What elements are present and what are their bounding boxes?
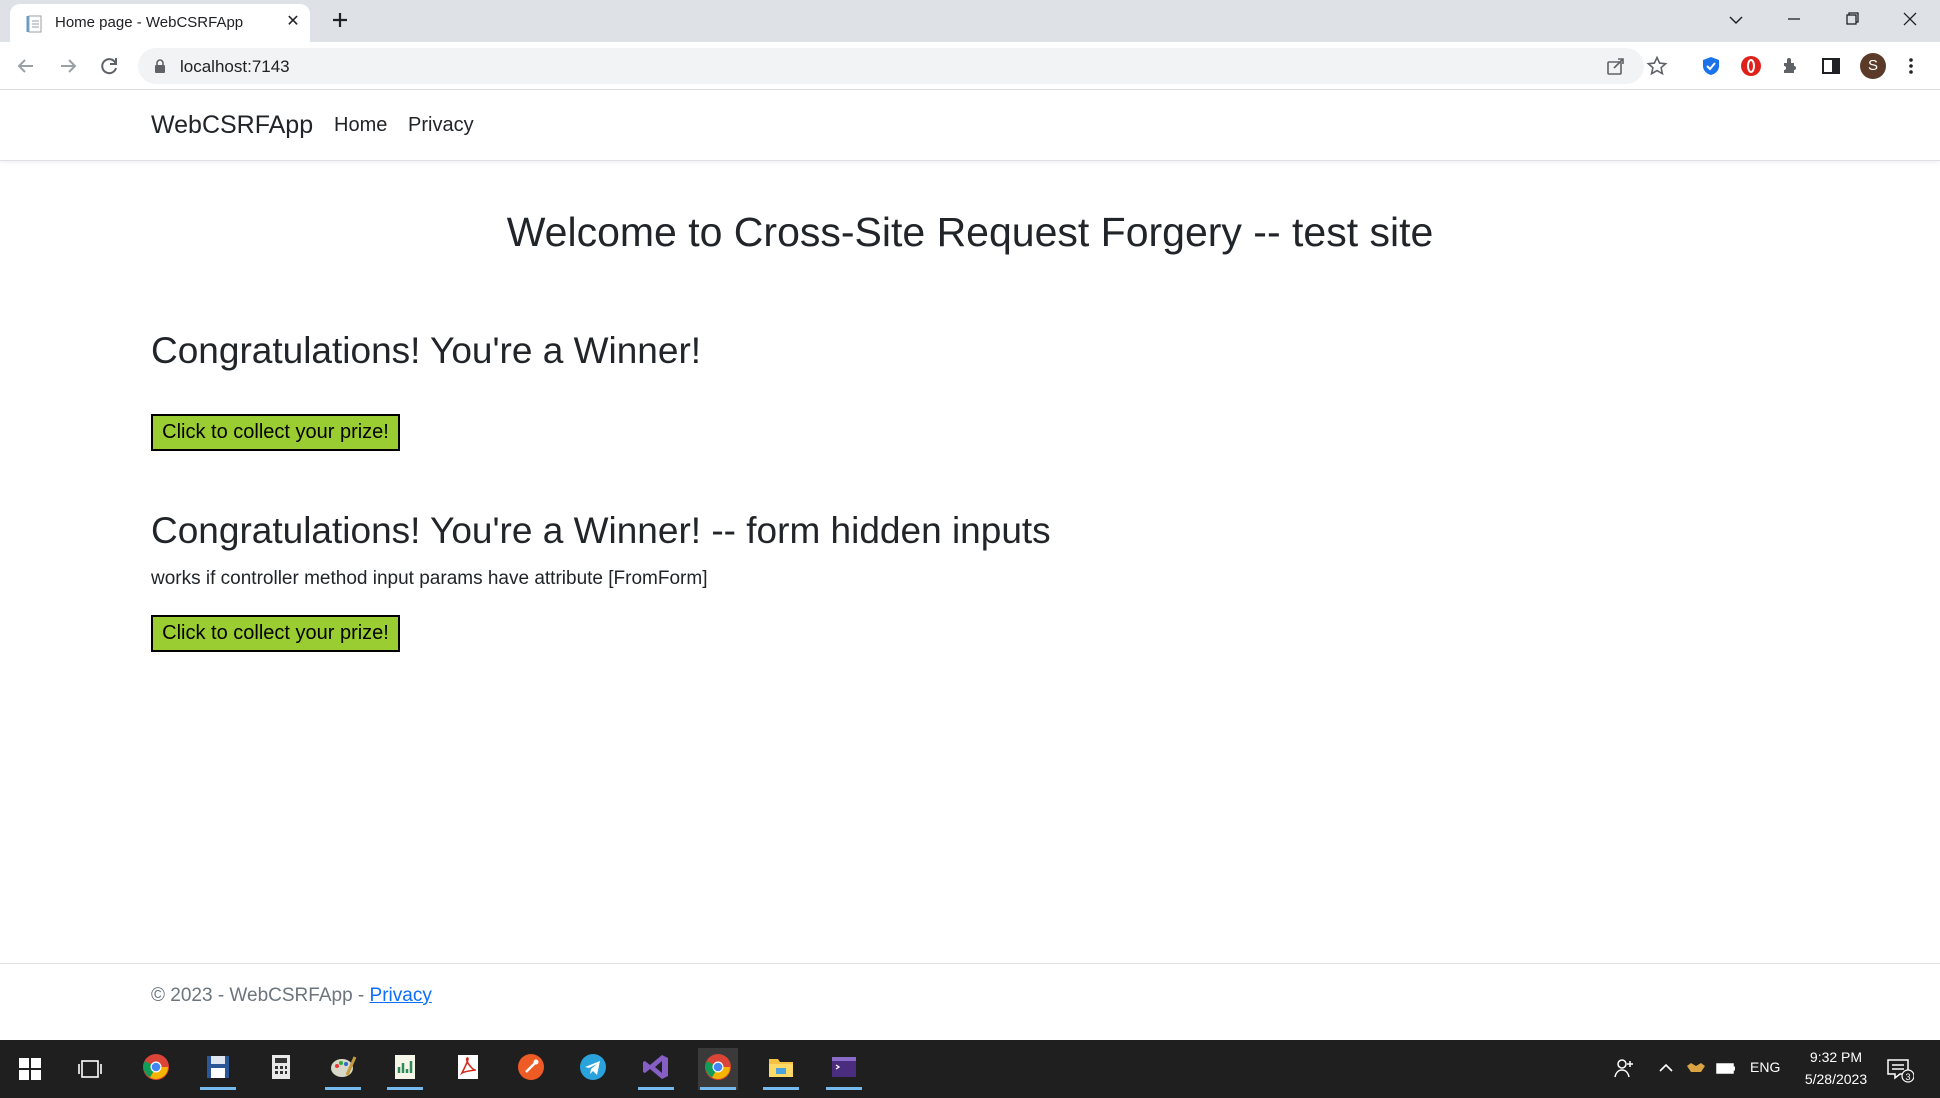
footer-privacy-link[interactable]: Privacy: [370, 985, 432, 1006]
share-icon[interactable]: [1605, 55, 1627, 77]
windows-taskbar: ENG 9:32 PM 5/28/2023 3: [0, 1040, 1940, 1098]
taskbar-chrome-active-icon[interactable]: [698, 1048, 738, 1090]
winner-heading: Congratulations! You're a Winner!: [151, 330, 702, 371]
forward-arrow-icon[interactable]: [56, 54, 80, 78]
collect-prize-form-button[interactable]: Click to collect your prize!: [151, 615, 400, 652]
tray-overflow-chevron-icon[interactable]: [1654, 1056, 1678, 1080]
lock-icon[interactable]: [152, 58, 168, 74]
browser-tab-strip: Home page - WebCSRFApp ✕: [0, 0, 1940, 42]
site-navbar: WebCSRFApp Home Privacy: [0, 91, 1940, 161]
nav-link-privacy[interactable]: Privacy: [408, 114, 474, 137]
extensions-puzzle-icon[interactable]: [1779, 54, 1803, 78]
taskbar-file-explorer-icon[interactable]: [761, 1048, 801, 1090]
page-favicon-icon: [26, 15, 42, 33]
bookmark-star-icon[interactable]: [1646, 55, 1668, 77]
web-page: WebCSRFApp Home Privacy Welcome to Cross…: [0, 91, 1940, 1040]
new-tab-icon[interactable]: [328, 8, 352, 32]
clock-time: 9:32 PM: [1809, 1049, 1863, 1065]
taskbar-chrome-icon[interactable]: [136, 1048, 176, 1090]
taskbar-calculator-icon[interactable]: [261, 1048, 301, 1090]
url-text: localhost:7143: [180, 57, 290, 76]
browser-menu-icon[interactable]: [1899, 54, 1923, 78]
taskbar-paint-icon[interactable]: [323, 1048, 363, 1090]
taskbar-terminal-icon[interactable]: [824, 1048, 864, 1090]
taskbar-postman-icon[interactable]: [511, 1048, 551, 1090]
system-clock[interactable]: 9:32 PM 5/28/2023: [1798, 1046, 1874, 1090]
footer-text: © 2023 - WebCSRFApp - Privacy: [151, 985, 432, 1007]
footer-copyright: © 2023 - WebCSRFApp -: [151, 985, 370, 1006]
windows-start-icon[interactable]: [18, 1057, 42, 1081]
shield-extension-icon[interactable]: [1699, 54, 1723, 78]
people-icon[interactable]: [1612, 1056, 1636, 1080]
browser-tab-active[interactable]: Home page - WebCSRFApp ✕: [10, 4, 310, 42]
taskbar-spreadsheet-icon[interactable]: [385, 1048, 425, 1090]
restore-icon[interactable]: [1830, 6, 1874, 34]
battery-icon[interactable]: [1714, 1056, 1738, 1080]
side-panel-icon[interactable]: [1819, 54, 1843, 78]
winner-hidden-inputs-heading: Congratulations! You're a Winner! -- for…: [151, 510, 1051, 551]
close-window-icon[interactable]: [1888, 6, 1932, 34]
opera-extension-icon[interactable]: [1739, 54, 1763, 78]
fromform-note: works if controller method input params …: [151, 568, 708, 589]
clock-date: 5/28/2023: [1804, 1071, 1868, 1087]
back-arrow-icon[interactable]: [14, 54, 38, 78]
page-title: Welcome to Cross-Site Request Forgery --…: [506, 209, 1434, 255]
reload-icon[interactable]: [97, 54, 121, 78]
nav-link-home[interactable]: Home: [334, 114, 387, 137]
minimize-icon[interactable]: [1772, 6, 1816, 34]
tab-close-icon[interactable]: ✕: [284, 13, 302, 31]
input-language-indicator[interactable]: ENG: [1750, 1059, 1780, 1075]
taskbar-save-app-icon[interactable]: [198, 1048, 238, 1090]
profile-avatar[interactable]: S: [1860, 53, 1886, 79]
taskbar-visual-studio-icon[interactable]: [636, 1048, 676, 1090]
tab-search-chevron-icon[interactable]: [1714, 6, 1758, 34]
address-bar[interactable]: localhost:7143: [138, 48, 1668, 84]
site-footer: © 2023 - WebCSRFApp - Privacy: [0, 963, 1940, 1040]
navbar-brand-link[interactable]: WebCSRFApp: [151, 111, 313, 140]
tab-title: Home page - WebCSRFApp: [55, 14, 244, 31]
collect-prize-button[interactable]: Click to collect your prize!: [151, 414, 400, 451]
notification-count: 3: [1905, 1072, 1910, 1082]
notification-center-icon[interactable]: 3: [1884, 1054, 1914, 1084]
browser-toolbar: localhost:7143 S: [0, 42, 1940, 90]
task-view-icon[interactable]: [78, 1057, 102, 1081]
taskbar-telegram-icon[interactable]: [573, 1048, 613, 1090]
taskbar-pdf-reader-icon[interactable]: [448, 1048, 488, 1090]
tray-app-icon[interactable]: [1684, 1056, 1708, 1080]
